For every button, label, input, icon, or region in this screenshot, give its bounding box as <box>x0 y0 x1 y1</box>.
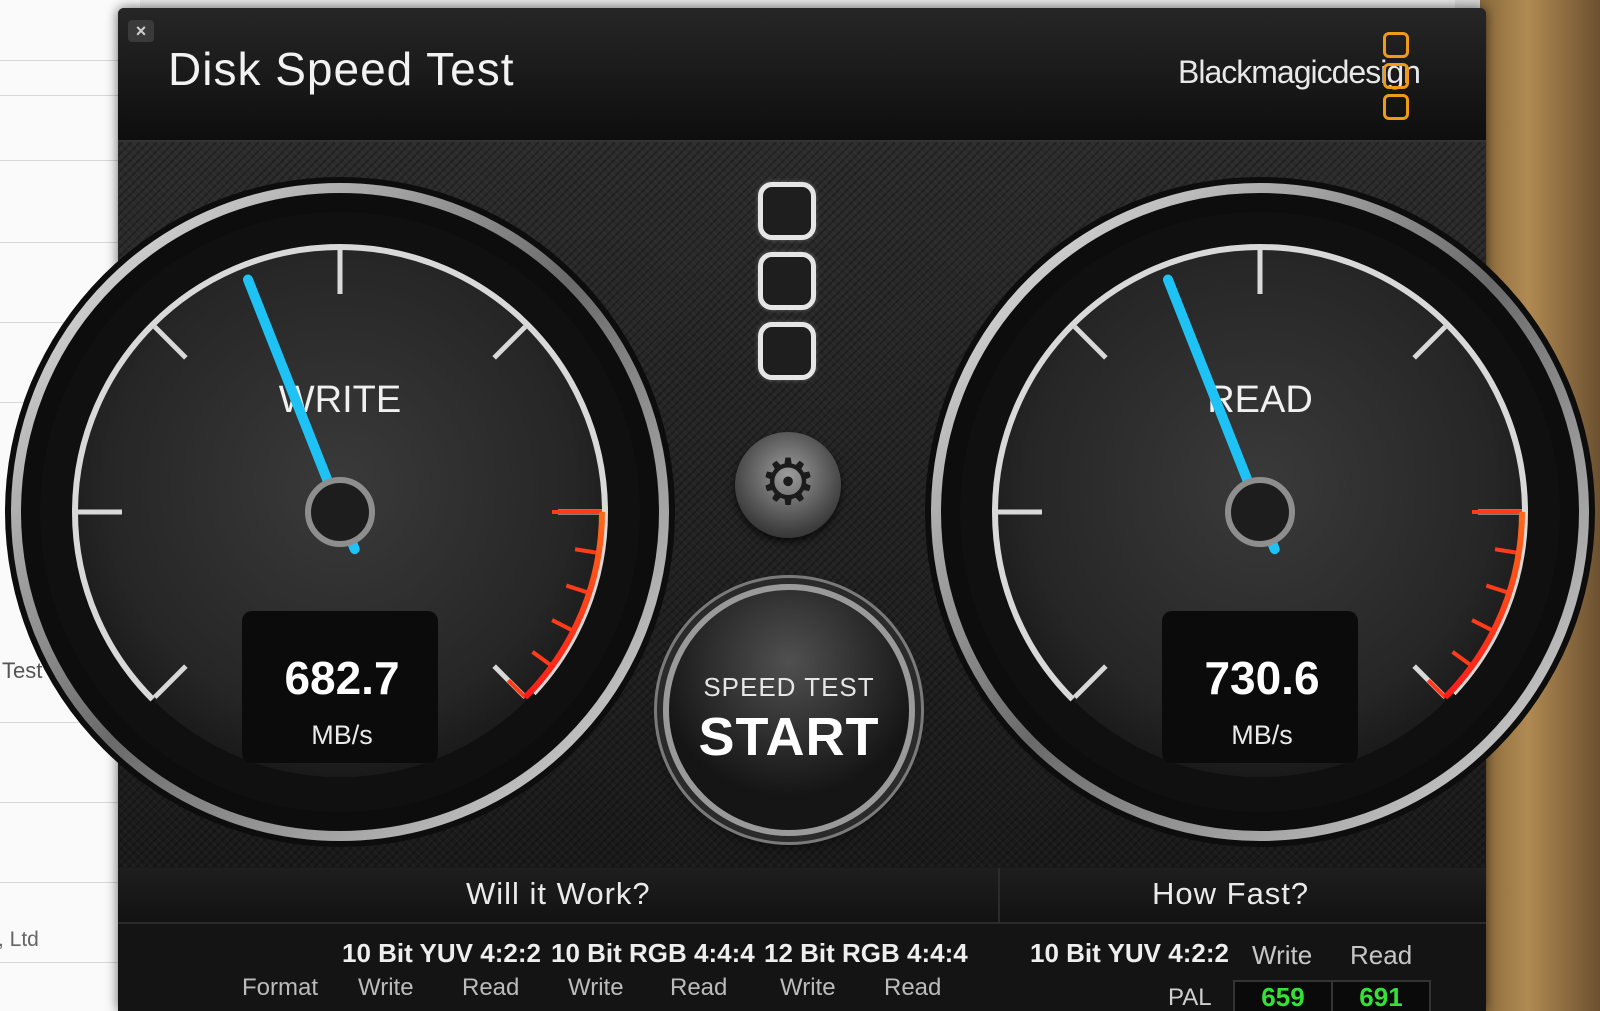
gauges-layer: WRITE 682.7 MB/s READ 730.6 MB/s <box>5 177 1595 847</box>
write-speed-value: 682.7 <box>284 652 399 704</box>
write-needle-hub <box>305 477 375 547</box>
read-needle-hub <box>1225 477 1295 547</box>
read-speed-value: 730.6 <box>1204 652 1319 704</box>
write-speed-unit: MB/s <box>311 720 373 750</box>
read-speed-unit: MB/s <box>1231 720 1293 750</box>
write-gauge: WRITE 682.7 MB/s <box>5 177 675 847</box>
read-gauge: READ 730.6 MB/s <box>925 177 1595 847</box>
